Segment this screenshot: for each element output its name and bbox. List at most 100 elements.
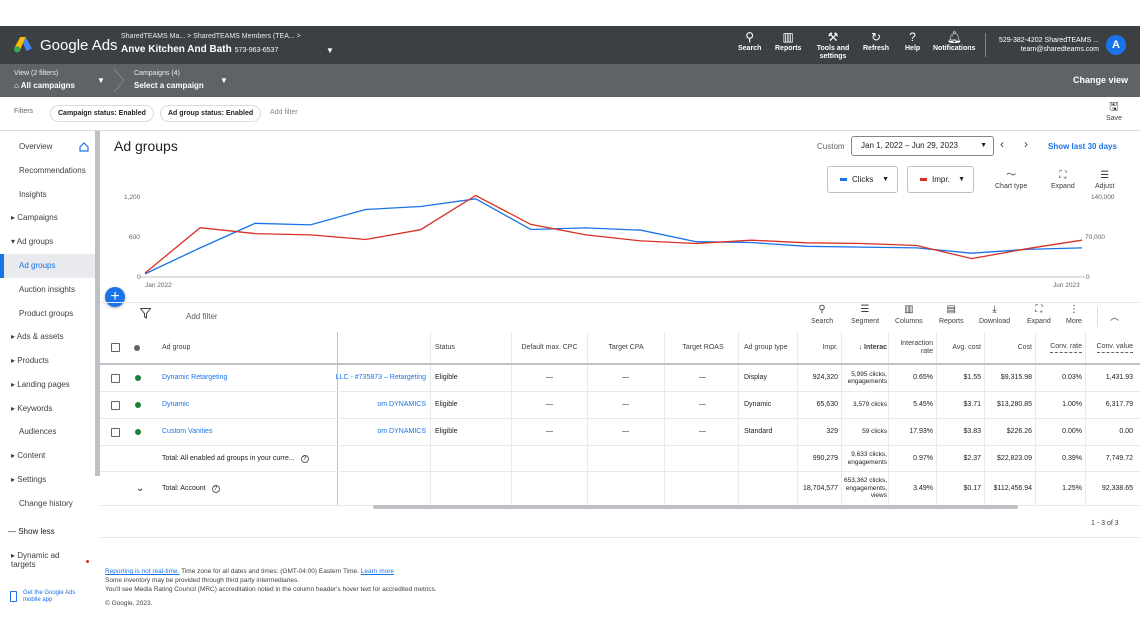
search-tool-button[interactable]: ⚲ Search	[738, 30, 761, 53]
cpa-cell[interactable]: —	[588, 365, 663, 391]
filter-icon[interactable]	[140, 308, 151, 319]
account-name[interactable]: Anve Kitchen And Bath 573-963-6537	[121, 44, 278, 55]
enabled-status-dot-icon[interactable]	[135, 429, 141, 435]
roas-cell[interactable]: —	[665, 365, 740, 391]
sidebar-item-keywords[interactable]: ▸ Keywords	[0, 397, 96, 421]
sidebar-item-dynamic-ad-targets[interactable]: ▸ Dynamic ad targets	[0, 549, 80, 573]
ad-group-name-link[interactable]: Dynamic Retargeting	[162, 365, 332, 391]
save-button[interactable]: 🖫︎ Save	[1106, 101, 1122, 123]
cpc-cell[interactable]: —	[512, 365, 587, 391]
row-checkbox[interactable]	[111, 427, 120, 437]
table-search-button[interactable]: ⚲ Search	[811, 304, 833, 326]
reports-tool-button[interactable]: ▥ Reports	[775, 30, 801, 53]
sidebar-item-content[interactable]: ▸ Content	[0, 444, 96, 468]
table-row[interactable]: Dynamic om DYNAMICS Eligible — — — Dynamic 65,6…	[100, 392, 1140, 419]
campaign-name-link[interactable]: om DYNAMICS	[320, 392, 426, 418]
col-conv-rate[interactable]: Conv. rate	[1036, 332, 1082, 363]
cpa-cell[interactable]: —	[588, 392, 663, 418]
account-caret-icon[interactable]: ▼	[326, 46, 334, 55]
sidebar-item-insights[interactable]: Insights	[0, 183, 96, 207]
row-select-cell[interactable]	[111, 392, 120, 418]
sidebar-item-overview[interactable]: Overview	[0, 135, 96, 159]
help-button[interactable]: ? Help	[905, 30, 920, 53]
cpc-cell[interactable]: —	[512, 392, 587, 418]
sidebar-item-settings[interactable]: ▸ Settings	[0, 468, 96, 492]
row-checkbox[interactable]	[111, 400, 120, 410]
more-button[interactable]: ⋮ More	[1066, 304, 1082, 326]
previous-period-icon[interactable]: ‹	[1000, 137, 1004, 151]
columns-button[interactable]: ▥ Columns	[895, 304, 923, 326]
sidebar-item-landing-pages[interactable]: ▸ Landing pages	[0, 373, 96, 397]
download-button[interactable]: ⤓ Download	[979, 304, 1010, 326]
col-target-roas[interactable]: Target ROAS	[680, 332, 726, 363]
add-filter-link[interactable]: Add filter	[270, 109, 298, 116]
show-last-30-days-link[interactable]: Show last 30 days	[1048, 142, 1117, 151]
col-cost[interactable]: Cost	[985, 332, 1032, 363]
col-status[interactable]: Status	[435, 332, 505, 363]
avatar[interactable]: A	[1106, 35, 1126, 55]
select-all-checkbox[interactable]	[111, 343, 120, 352]
help-icon[interactable]: ?	[211, 484, 220, 493]
notifications-button[interactable]: 🔔︎ Notifications	[933, 30, 975, 53]
segment-button[interactable]: ☰ Segment	[851, 304, 879, 326]
view-caret-icon[interactable]: ▼	[97, 76, 105, 85]
roas-cell[interactable]: —	[665, 419, 740, 445]
campaign-selector[interactable]: Select a campaign	[134, 81, 204, 90]
sidebar-show-less[interactable]: — Show less	[0, 520, 96, 544]
enabled-status-dot-icon[interactable]	[135, 375, 141, 381]
roas-cell[interactable]: —	[665, 392, 740, 418]
table-horizontal-scrollbar[interactable]	[373, 505, 1018, 509]
campaign-caret-icon[interactable]: ▼	[220, 76, 228, 85]
col-conv-value[interactable]: Conv. value	[1086, 332, 1133, 363]
sidebar-item-ad-groups[interactable]: Ad groups	[0, 254, 96, 278]
change-view-button[interactable]: Change view	[1073, 75, 1128, 85]
sidebar-item-auction-insights[interactable]: Auction insights	[0, 278, 96, 302]
row-status-cell[interactable]	[135, 419, 141, 445]
col-impressions[interactable]: Impr.	[798, 332, 838, 363]
sidebar-item-audiences[interactable]: Audiences	[0, 420, 96, 444]
sidebar-item-ads-assets[interactable]: ▸ Ads & assets	[0, 325, 96, 349]
cpc-cell[interactable]: —	[512, 419, 587, 445]
cpa-cell[interactable]: —	[588, 419, 663, 445]
sidebar-item-change-history[interactable]: Change history	[0, 492, 96, 516]
learn-more-link[interactable]: Learn more	[361, 568, 394, 575]
col-avg-cost[interactable]: Avg. cost	[937, 332, 981, 363]
enabled-status-dot-icon[interactable]	[135, 402, 141, 408]
table-row[interactable]: Dynamic Retargeting LLC - #735873 – Retar…	[100, 365, 1140, 392]
sidebar-item-products[interactable]: ▸ Products	[0, 349, 96, 373]
sidebar-item-ad-groups-group[interactable]: ▾ Ad groups	[0, 230, 96, 254]
help-icon[interactable]: ?	[300, 454, 309, 463]
row-checkbox[interactable]	[111, 373, 120, 383]
col-ad-group[interactable]: Ad group	[162, 332, 332, 363]
table-reports-button[interactable]: ▤ Reports	[939, 304, 964, 326]
google-ads-logo-text[interactable]: Google Ads	[40, 37, 118, 54]
view-selector[interactable]: ⌂ All campaigns	[14, 81, 75, 90]
campaign-name-link[interactable]: om DYNAMICS	[320, 419, 426, 445]
sidebar-item-campaigns[interactable]: ▸ Campaigns	[0, 206, 96, 230]
table-add-filter[interactable]: Add filter	[186, 312, 218, 321]
col-default-max-cpc[interactable]: Default max. CPC	[512, 332, 587, 363]
date-range-picker[interactable]: Jan 1, 2022 – Jun 29, 2023 ▼	[851, 136, 994, 156]
ad-group-name-link[interactable]: Dynamic	[162, 392, 332, 418]
filter-chip-campaign-status[interactable]: Campaign status: Enabled	[50, 105, 154, 122]
select-all-cell[interactable]	[111, 332, 120, 363]
expand-chevron-down-icon[interactable]: ⌄	[136, 472, 144, 505]
filter-chip-ad-group-status[interactable]: Ad group status: Enabled	[160, 105, 262, 122]
col-interaction-rate[interactable]: Interaction rate	[889, 332, 933, 363]
row-select-cell[interactable]	[111, 419, 120, 445]
row-status-cell[interactable]	[135, 365, 141, 391]
user-info[interactable]: 529-382-4202 SharedTEAMS ... team@shared…	[999, 36, 1099, 54]
not-realtime-link[interactable]: Reporting is not real-time.	[105, 568, 179, 575]
next-period-icon[interactable]: ›	[1024, 137, 1028, 151]
sidebar-item-product-groups[interactable]: Product groups	[0, 302, 96, 326]
table-expand-button[interactable]: ⛶ Expand	[1027, 304, 1051, 326]
campaign-name-link[interactable]: LLC - #735873 – Retargeting	[320, 365, 426, 391]
account-breadcrumb[interactable]: SharedTEAMS Ma... > SharedTEAMS Members …	[121, 33, 301, 40]
row-select-cell[interactable]	[111, 365, 120, 391]
row-status-cell[interactable]	[135, 392, 141, 418]
col-target-cpa[interactable]: Target CPA	[603, 332, 649, 363]
tools-settings-button[interactable]: ⚒ Tools and settings	[815, 30, 851, 61]
col-interactions[interactable]: ↓ Interac	[842, 332, 887, 363]
table-row[interactable]: Custom Vanities om DYNAMICS Eligible — — — Sta…	[100, 419, 1140, 446]
series-line-impr[interactable]	[144, 194, 1083, 274]
